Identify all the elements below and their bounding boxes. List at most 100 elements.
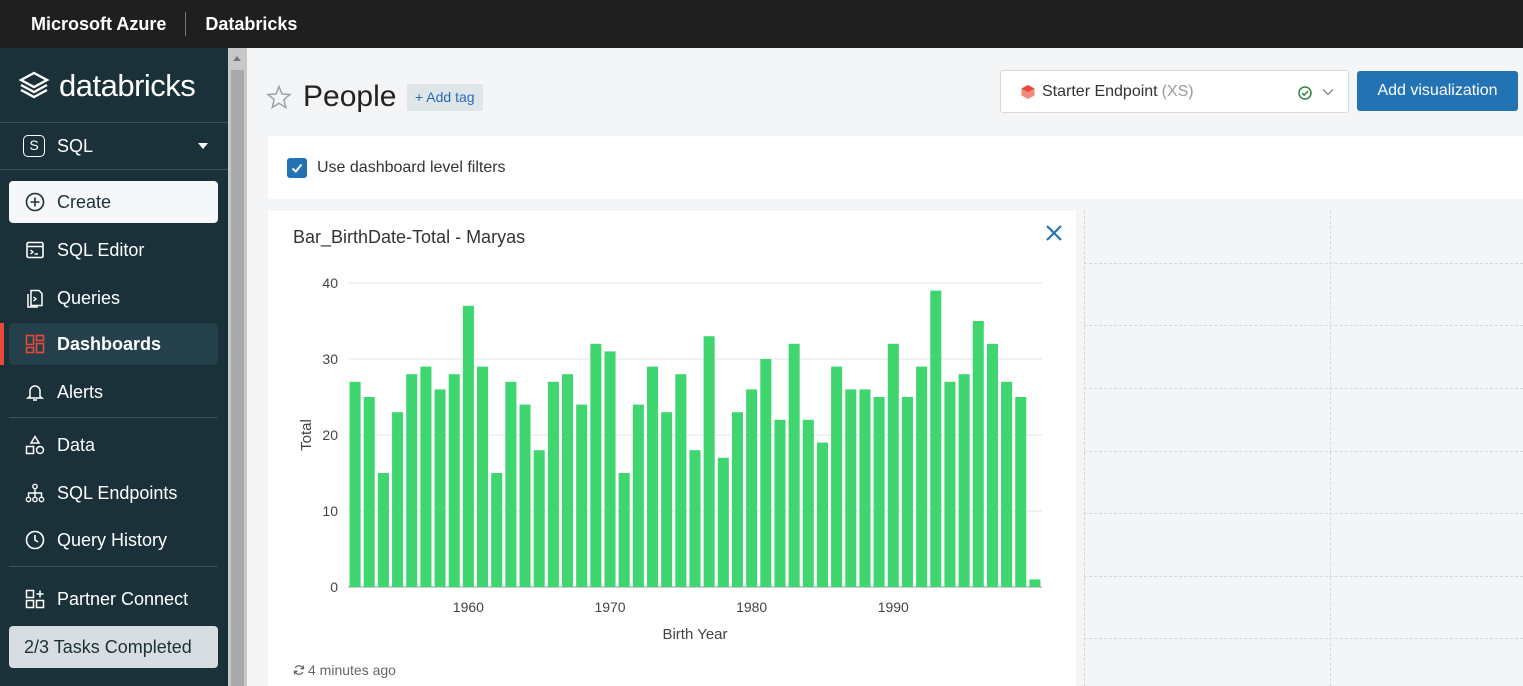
endpoint-size: (XS) [1161, 82, 1194, 100]
sidebar-item-label: Partner Connect [57, 588, 189, 609]
persona-label: SQL [57, 135, 94, 156]
sidebar-divider [9, 417, 218, 418]
chart-bar [491, 473, 503, 587]
chart-bar [505, 381, 517, 587]
sidebar-item-alerts[interactable]: Alerts [9, 371, 218, 413]
chart-bar [746, 389, 758, 587]
chart-bar [562, 374, 574, 587]
queries-icon [24, 287, 46, 309]
widget-title: Bar_BirthDate-Total - Maryas [293, 227, 526, 247]
y-tick-label: 30 [322, 351, 338, 367]
sidebar-item-label: Alerts [57, 381, 104, 402]
sidebar-scrollbar[interactable] [228, 48, 247, 686]
sidebar-item-create[interactable]: Create [9, 181, 218, 223]
chart-bar [901, 397, 913, 587]
logo-text: databricks [59, 68, 196, 103]
chart-bar [788, 343, 800, 587]
persona-switcher[interactable]: S SQL [0, 122, 228, 170]
sql-editor-icon [24, 239, 46, 261]
sidebar-item-queries[interactable]: Queries [9, 277, 218, 319]
filters-bar: Use dashboard level filters [268, 136, 1523, 199]
sidebar-item-dashboards[interactable]: Dashboards [0, 323, 218, 365]
chart-bar [816, 442, 828, 587]
chart-bar [576, 404, 588, 587]
x-tick-label: 1970 [594, 599, 625, 615]
chart-bar [618, 473, 630, 587]
chart-bar [859, 389, 871, 587]
close-icon[interactable] [1044, 223, 1064, 243]
y-axis-label: Total [298, 419, 315, 451]
chart-bar [760, 359, 772, 587]
chart-bar [944, 381, 956, 587]
chart-bar [363, 397, 375, 587]
running-check-icon [1298, 86, 1312, 100]
y-tick-label: 0 [330, 579, 338, 595]
top-bar: Microsoft Azure Databricks [0, 0, 1523, 48]
refresh-icon[interactable] [293, 664, 305, 676]
add-visualization-button[interactable]: Add visualization [1357, 71, 1518, 111]
chart-bar [731, 412, 744, 587]
checkmark-icon [291, 163, 303, 173]
page-title: People [303, 80, 397, 113]
bell-icon [24, 381, 46, 403]
chart-bar [675, 374, 687, 587]
chart-bar [632, 404, 644, 587]
endpoint-icon [1021, 84, 1035, 99]
chart-bar [434, 389, 446, 587]
widget-footer: 4 minutes ago [293, 662, 396, 678]
sidebar-item-label: SQL Editor [57, 239, 145, 260]
chevron-down-icon [1322, 89, 1334, 96]
clock-icon [24, 529, 46, 551]
last-updated-text: 4 minutes ago [308, 662, 396, 678]
sidebar-item-label: Query History [57, 529, 168, 550]
tasks-progress-button[interactable]: 2/3 Tasks Completed [9, 626, 218, 668]
sidebar-item-label: SQL Endpoints [57, 482, 178, 503]
dashboards-icon [24, 333, 46, 355]
chart-bar [930, 290, 942, 587]
y-tick-label: 10 [322, 503, 338, 519]
sidebar-divider [9, 566, 218, 567]
chart-bar [604, 351, 616, 587]
chart-bar [477, 366, 489, 587]
sidebar-item-partner-connect[interactable]: Partner Connect [9, 578, 218, 620]
chart-bar [916, 366, 928, 587]
partner-connect-icon [24, 588, 46, 610]
chart-bar [1029, 579, 1041, 587]
brand-label[interactable]: Microsoft Azure [0, 12, 187, 36]
sidebar-item-sql-editor[interactable]: SQL Editor [9, 229, 218, 271]
visualization-widget: Bar_BirthDate-Total - Maryas 0 10 20 30 40 19… [268, 211, 1076, 686]
sidebar-item-sql-endpoints[interactable]: SQL Endpoints [9, 472, 218, 514]
product-label[interactable]: Databricks [186, 14, 297, 35]
chart-bar [689, 450, 701, 587]
data-icon [24, 434, 46, 456]
y-tick-label: 40 [322, 275, 338, 291]
scroll-thumb[interactable] [231, 70, 244, 686]
endpoint-selector[interactable]: Starter Endpoint (XS) [1000, 70, 1349, 113]
sidebar-item-label: Dashboards [57, 333, 162, 354]
sidebar-item-query-history[interactable]: Query History [9, 519, 218, 561]
dashboard-grid-placeholder [1084, 211, 1523, 686]
scroll-up-icon[interactable] [233, 56, 241, 61]
chart-bar [420, 366, 432, 587]
chart-bar [533, 450, 545, 587]
chart-bar [887, 343, 899, 587]
dashboard-filters-checkbox[interactable] [287, 157, 307, 178]
chart-bar [986, 343, 998, 587]
x-tick-label: 1960 [453, 599, 484, 615]
chart-bar [392, 412, 404, 587]
bar-chart: 0 10 20 30 40 1960 1970 1980 1990 Birth Year Total [298, 275, 1042, 643]
chart-bar [349, 381, 361, 587]
dashboard-filters-label: Use dashboard level filters [317, 158, 506, 176]
add-tag-button[interactable]: + Add tag [407, 84, 483, 111]
chart-bar [377, 473, 389, 587]
sidebar-item-label: Create [57, 191, 112, 212]
caret-down-icon [198, 143, 208, 149]
favorite-star-icon[interactable] [266, 84, 292, 110]
sidebar-item-data[interactable]: Data [9, 424, 218, 466]
databricks-logo[interactable]: databricks [18, 68, 196, 104]
chart-bar [646, 366, 659, 587]
chart-bar [845, 389, 857, 587]
chart-bar [831, 366, 843, 587]
x-tick-label: 1980 [736, 599, 767, 615]
sql-persona-icon: S [23, 135, 45, 157]
